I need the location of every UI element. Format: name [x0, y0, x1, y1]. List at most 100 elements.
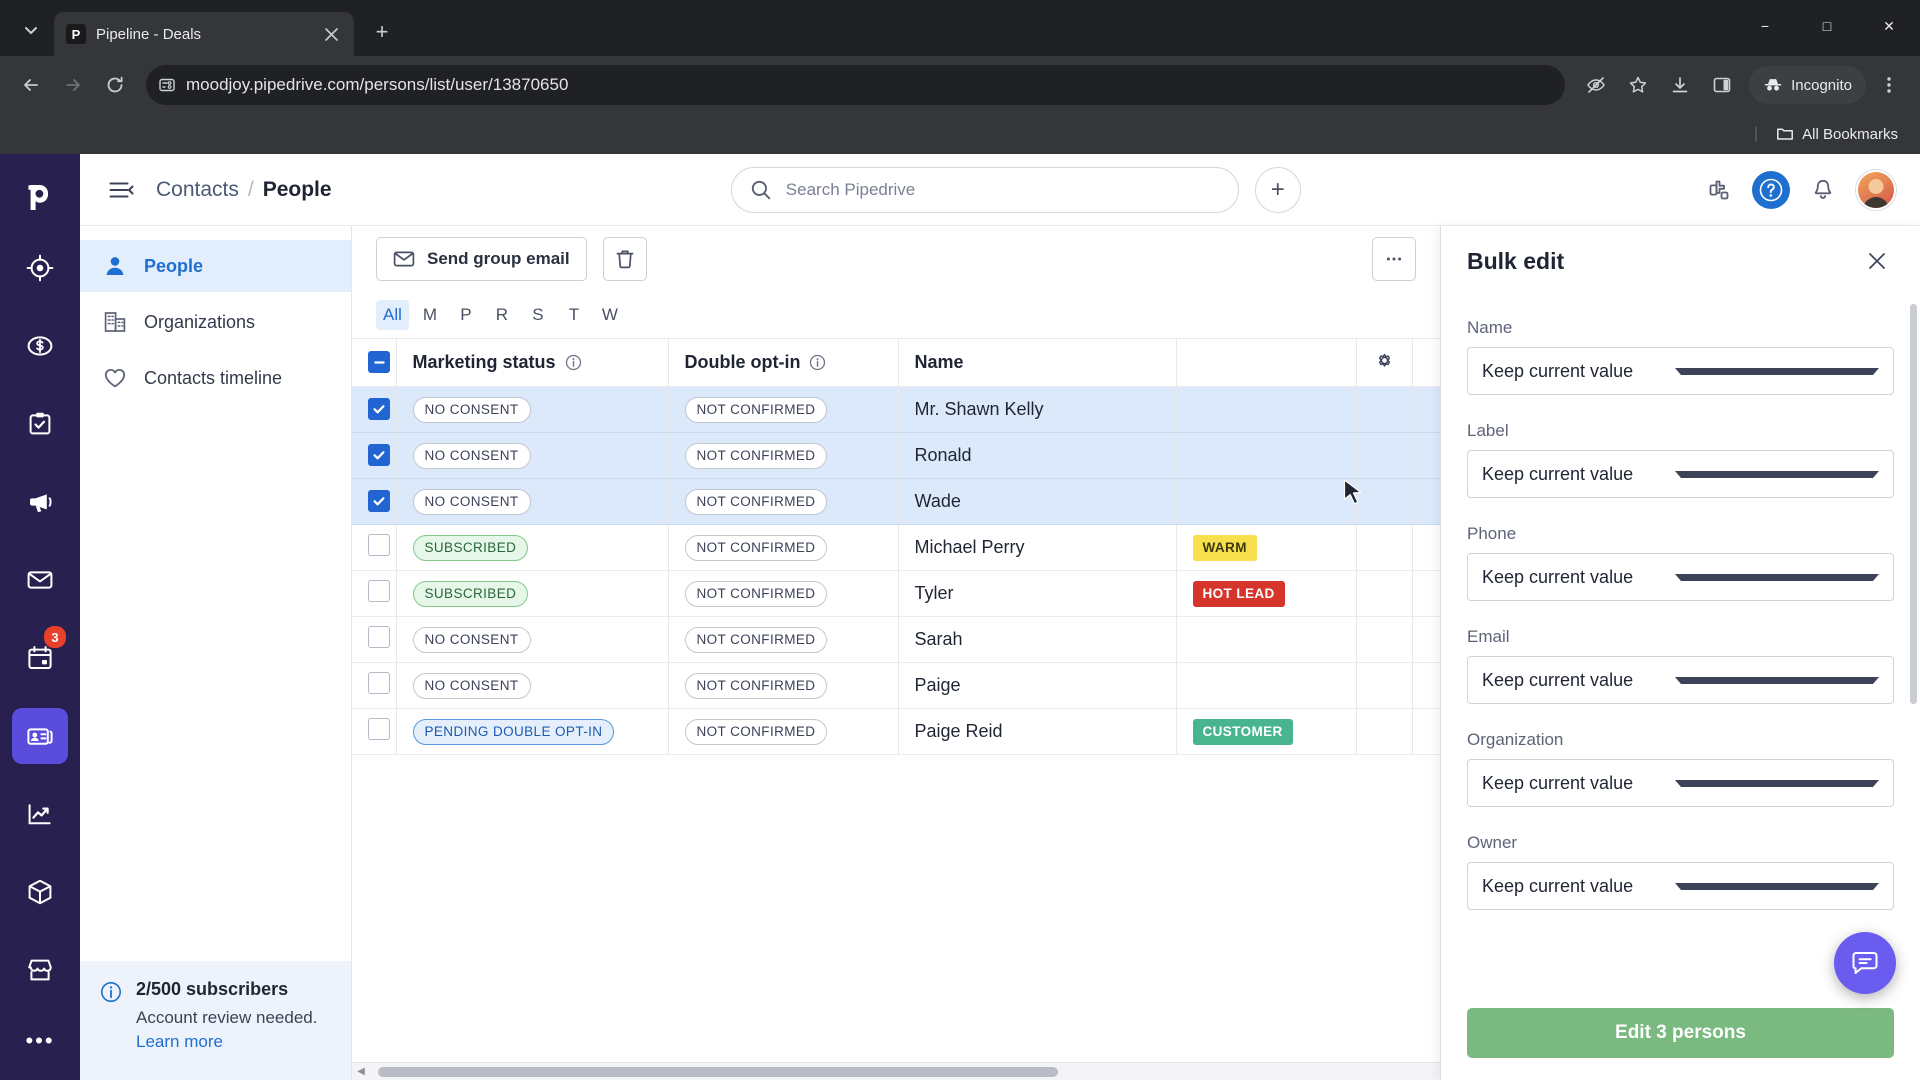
send-group-email-button[interactable]: Send group email — [376, 237, 587, 281]
row-checkbox[interactable] — [352, 524, 397, 571]
cell-label — [1176, 432, 1357, 479]
add-new-button[interactable]: + — [1254, 166, 1301, 213]
avatar[interactable] — [1856, 169, 1896, 210]
sidebar-item-deals[interactable] — [12, 318, 68, 374]
help-icon[interactable] — [1752, 170, 1790, 209]
row-checkbox[interactable] — [352, 662, 397, 709]
minimize-button[interactable]: − — [1734, 4, 1796, 48]
sidebar-item-calendar[interactable]: 3 — [12, 626, 68, 686]
checkbox-unchecked — [368, 580, 390, 602]
table-row[interactable]: NO CONSENT NOT CONFIRMED Paige — [352, 662, 1440, 709]
maximize-button[interactable]: □ — [1796, 4, 1858, 48]
row-checkbox[interactable] — [352, 570, 397, 617]
more-options-button[interactable] — [1372, 237, 1416, 281]
incognito-indicator[interactable]: Incognito — [1749, 66, 1866, 104]
column-header-double-opt-in[interactable]: Double opt-in — [668, 338, 899, 387]
scrollbar-track[interactable] — [370, 1063, 1440, 1080]
table-row[interactable]: SUBSCRIBED NOT CONFIRMED Tyler HOT LEAD — [352, 570, 1440, 617]
search-input[interactable]: Search Pipedrive — [730, 166, 1239, 213]
row-checkbox[interactable] — [352, 478, 397, 525]
sidebar-item-mail[interactable] — [12, 552, 68, 608]
sidebar-item-insights[interactable] — [12, 786, 68, 842]
close-icon[interactable] — [1860, 244, 1894, 278]
address-bar[interactable]: moodjoy.pipedrive.com/persons/list/user/… — [146, 65, 1566, 105]
column-header-label-col[interactable] — [1176, 338, 1357, 387]
cell-name[interactable]: Sarah — [898, 616, 1177, 663]
notifications-icon[interactable] — [1804, 171, 1842, 209]
cell-name[interactable]: Wade — [898, 478, 1177, 525]
email-select[interactable]: Keep current value — [1467, 656, 1894, 704]
select-all-checkbox[interactable] — [352, 338, 397, 387]
sidebar-item-products[interactable] — [12, 864, 68, 920]
sidebar-item-contacts-timeline[interactable]: Contacts timeline — [80, 352, 351, 404]
app-main-area: Contacts / People Search Pipedrive + Peo… — [80, 154, 1920, 1080]
sidebar-item-leads[interactable] — [12, 240, 68, 296]
side-panel-icon[interactable] — [1703, 66, 1741, 104]
select-value: Keep current value — [1482, 566, 1634, 587]
column-header-name[interactable]: Name — [898, 338, 1177, 387]
cell-name[interactable]: Paige Reid — [898, 708, 1177, 755]
owner-select[interactable]: Keep current value — [1467, 862, 1894, 910]
table-row[interactable]: PENDING DOUBLE OPT-IN NOT CONFIRMED Paig… — [352, 708, 1440, 755]
collapse-menu-icon[interactable] — [104, 173, 138, 207]
chat-assistant-icon[interactable] — [1834, 932, 1896, 994]
apps-icon[interactable] — [1700, 171, 1738, 209]
alpha-filter-all[interactable]: All — [376, 300, 409, 330]
breadcrumb-parent[interactable]: Contacts — [156, 178, 239, 202]
row-checkbox[interactable] — [352, 432, 397, 479]
download-icon[interactable] — [1661, 66, 1699, 104]
organization-select[interactable]: Keep current value — [1467, 759, 1894, 807]
new-tab-button[interactable]: + — [362, 12, 402, 52]
label-select[interactable]: Keep current value — [1467, 450, 1894, 498]
cell-name[interactable]: Paige — [898, 662, 1177, 709]
column-header-marketing-status[interactable]: Marketing status — [396, 338, 669, 387]
sidebar-item-campaigns[interactable] — [12, 474, 68, 530]
alpha-filter-t[interactable]: T — [559, 300, 589, 330]
alpha-filter-w[interactable]: W — [595, 300, 625, 330]
table-row[interactable]: NO CONSENT NOT CONFIRMED Mr. Shawn Kelly — [352, 386, 1440, 433]
back-icon[interactable] — [12, 66, 50, 104]
forward-icon[interactable] — [54, 66, 92, 104]
alpha-filter-s[interactable]: S — [523, 300, 553, 330]
trash-icon[interactable] — [602, 237, 647, 281]
sidebar-item-organizations[interactable]: Organizations — [80, 296, 351, 348]
row-checkbox[interactable] — [352, 386, 397, 433]
close-icon[interactable] — [320, 23, 342, 45]
horizontal-scrollbar[interactable]: ◀ — [352, 1062, 1440, 1080]
edit-persons-button[interactable]: Edit 3 persons — [1467, 1008, 1894, 1058]
bookmark-star-icon[interactable] — [1619, 66, 1657, 104]
sidebar-item-activities[interactable] — [12, 396, 68, 452]
sidebar-item-people[interactable]: People — [80, 240, 351, 292]
hide-password-icon[interactable] — [1577, 66, 1615, 104]
cell-name[interactable]: Tyler — [898, 570, 1177, 617]
learn-more-link[interactable]: Learn more — [136, 1032, 223, 1051]
sidebar-more-button[interactable]: ••• — [25, 1028, 54, 1054]
column-settings-icon[interactable] — [1356, 338, 1413, 387]
browser-menu-icon[interactable] — [1870, 66, 1908, 104]
table-row[interactable]: NO CONSENT NOT CONFIRMED Sarah — [352, 616, 1440, 663]
tab-search-button[interactable] — [8, 9, 54, 51]
table-row[interactable]: NO CONSENT NOT CONFIRMED Ronald — [352, 432, 1440, 479]
row-checkbox[interactable] — [352, 708, 397, 755]
pipedrive-logo[interactable] — [14, 172, 66, 224]
alpha-filter-m[interactable]: M — [415, 300, 445, 330]
close-window-button[interactable]: ✕ — [1858, 4, 1920, 48]
table-row[interactable]: SUBSCRIBED NOT CONFIRMED Michael Perry W… — [352, 524, 1440, 571]
alpha-filter-r[interactable]: R — [487, 300, 517, 330]
phone-select[interactable]: Keep current value — [1467, 553, 1894, 601]
browser-tab[interactable]: P Pipeline - Deals — [54, 12, 354, 56]
sidebar-item-contacts[interactable] — [12, 708, 68, 764]
panel-scrollbar[interactable] — [1910, 304, 1917, 704]
all-bookmarks-button[interactable]: All Bookmarks — [1768, 121, 1906, 147]
alpha-filter-p[interactable]: P — [451, 300, 481, 330]
table-row[interactable]: NO CONSENT NOT CONFIRMED Wade — [352, 478, 1440, 525]
cell-name[interactable]: Michael Perry — [898, 524, 1177, 571]
name-select[interactable]: Keep current value — [1467, 347, 1894, 395]
cell-name[interactable]: Mr. Shawn Kelly — [898, 386, 1177, 433]
scroll-left-icon[interactable]: ◀ — [352, 1063, 370, 1080]
scrollbar-thumb[interactable] — [378, 1066, 1058, 1077]
cell-name[interactable]: Ronald — [898, 432, 1177, 479]
reload-icon[interactable] — [96, 66, 134, 104]
row-checkbox[interactable] — [352, 616, 397, 663]
sidebar-item-marketplace[interactable] — [12, 942, 68, 998]
